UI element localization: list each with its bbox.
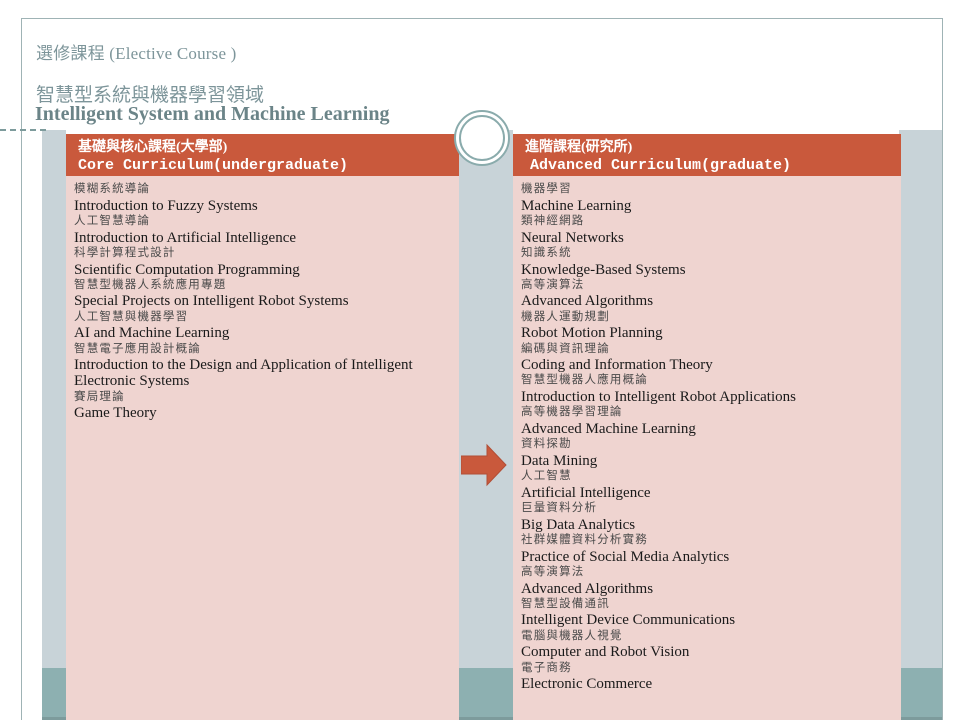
course-entry: 賽局理論 Game Theory <box>74 390 451 422</box>
course-name-en: Big Data Analytics <box>521 516 636 533</box>
course-list-advanced: 機器學習 Machine Learning 類神經網路 Neural Networks… <box>513 176 901 693</box>
course-name-en: Advanced Algorithms <box>521 293 654 310</box>
ring-inner <box>459 115 505 161</box>
course-name-en: Machine Learning <box>521 197 632 214</box>
course-name-en: Introduction to Intelligent Robot Applic… <box>521 389 796 406</box>
course-entry: 科學計算程式設計 Scientific Computation Programmi… <box>74 246 451 278</box>
page-title-en: Intelligent System and Machine Learning <box>35 103 390 125</box>
course-name-en: Computer and Robot Vision <box>521 644 690 661</box>
course-name-en: Game Theory <box>74 405 157 422</box>
course-name-en: Knowledge-Based Systems <box>521 261 686 278</box>
course-name-en: Advanced Machine Learning <box>521 421 696 438</box>
column-header-en: Advanced Curriculum(graduate) <box>530 157 792 174</box>
course-entry: 智慧型設備通訊 Intelligent Device Communications <box>521 597 893 629</box>
column-header-advanced: 進階課程(研究所) Advanced Curriculum(graduate) <box>513 134 901 176</box>
course-name-en: Electronic Commerce <box>521 676 653 693</box>
course-list-core: 模糊系統導論 Introduction to Fuzzy Systems 人工智慧導… <box>66 176 459 422</box>
course-entry: 人工智慧與機器學習 AI and Machine Learning <box>74 310 451 342</box>
course-entry: 知識系統 Knowledge-Based Systems <box>521 246 893 278</box>
course-name-en: Coding and Information Theory <box>521 357 713 374</box>
course-name-en: Introduction to Artificial Intelligence <box>74 229 297 246</box>
course-name-zh: 類神經網路 <box>521 214 585 227</box>
band-foot-left <box>42 668 66 720</box>
course-name-zh: 模糊系統導論 <box>74 183 151 195</box>
course-name-zh: 人工智慧導論 <box>74 214 151 227</box>
course-name-en: Neural Networks <box>521 229 624 246</box>
course-name-zh: 資料探勘 <box>521 438 572 451</box>
decorative-band-center <box>455 130 513 720</box>
course-name-zh: 電子商務 <box>521 661 572 674</box>
column-header-zh: 進階課程(研究所) <box>525 140 633 155</box>
course-name-zh: 高等演算法 <box>521 278 585 291</box>
course-name-zh: 科學計算程式設計 <box>74 246 176 259</box>
course-entry: 巨量資料分析 Big Data Analytics <box>521 501 893 533</box>
course-name-zh: 智慧型機器人應用概論 <box>521 374 648 387</box>
course-entry: 電腦與機器人視覺 Computer and Robot Vision <box>521 629 893 661</box>
course-name-zh: 智慧型設備通訊 <box>521 597 610 610</box>
column-header-en: Core Curriculum(undergraduate) <box>78 157 349 174</box>
course-entry: 智慧型機器人系統應用專題 Special Projects on Intellig… <box>74 278 451 310</box>
course-name-zh: 人工智慧 <box>521 470 572 483</box>
course-entry: 類神經網路 Neural Networks <box>521 214 893 246</box>
course-name-en: Introduction to the Design and Applicati… <box>74 357 413 390</box>
course-name-zh: 社群媒體資料分析實務 <box>521 533 648 546</box>
course-entry: 智慧型機器人應用概論 Introduction to Intelligent Ro… <box>521 373 893 405</box>
right-arrow-icon <box>460 443 507 487</box>
course-entry: 社群媒體資料分析實務 Practice of Social Media Analy… <box>521 533 893 565</box>
column-header-zh: 基礎與核心課程(大學部) <box>78 140 228 155</box>
course-name-zh: 電腦與機器人視覺 <box>521 629 623 642</box>
course-name-zh: 智慧電子應用設計概論 <box>74 342 201 355</box>
course-name-en: Practice of Social Media Analytics <box>521 548 730 565</box>
course-entry: 高等演算法 Advanced Algorithms <box>521 565 893 597</box>
course-name-en: Robot Motion Planning <box>521 325 663 342</box>
course-name-en: Special Projects on Intelligent Robot Sy… <box>74 293 349 310</box>
course-entry: 智慧電子應用設計概論 Introduction to the Design and… <box>74 342 451 390</box>
course-name-zh: 巨量資料分析 <box>521 502 598 515</box>
decorative-band-left <box>42 130 66 720</box>
course-name-zh: 賽局理論 <box>74 390 125 403</box>
course-name-en: Advanced Algorithms <box>521 580 654 597</box>
slide-canvas: 基礎與核心課程(大學部) Core Curriculum(undergradua… <box>0 0 960 720</box>
course-entry: 人工智慧導論 Introduction to Artificial Intelli… <box>74 214 451 246</box>
elective-course-label: 選修課程 (Elective Course ) <box>36 44 237 63</box>
course-name-zh: 機器學習 <box>521 183 572 195</box>
course-name-en: Introduction to Fuzzy Systems <box>74 197 258 214</box>
column-header-core: 基礎與核心課程(大學部) Core Curriculum(undergradua… <box>66 134 459 176</box>
course-entry: 資料探勘 Data Mining <box>521 437 893 469</box>
course-entry: 模糊系統導論 Introduction to Fuzzy Systems <box>74 182 451 214</box>
course-name-zh: 人工智慧與機器學習 <box>74 310 189 323</box>
course-entry: 機器人運動規劃 Robot Motion Planning <box>521 310 893 342</box>
course-name-zh: 智慧型機器人系統應用專題 <box>74 278 227 291</box>
header-divider-dash <box>0 129 46 131</box>
course-name-en: AI and Machine Learning <box>74 325 230 342</box>
course-name-zh: 知識系統 <box>521 246 572 259</box>
course-name-zh: 機器人運動規劃 <box>521 310 610 323</box>
course-entry: 電子商務 Electronic Commerce <box>521 661 893 693</box>
course-entry: 編碼與資訊理論 Coding and Information Theory <box>521 342 893 374</box>
course-name-en: Data Mining <box>521 452 598 469</box>
double-ring-circle-icon <box>454 110 514 170</box>
course-entry: 人工智慧 Artificial Intelligence <box>521 469 893 501</box>
course-name-en: Intelligent Device Communications <box>521 612 736 629</box>
column-advanced-curriculum: 進階課程(研究所) Advanced Curriculum(graduate) … <box>513 134 901 720</box>
band-foot-center <box>455 668 513 720</box>
course-entry: 機器學習 Machine Learning <box>521 182 893 214</box>
course-entry: 高等演算法 Advanced Algorithms <box>521 278 893 310</box>
band-foot-right <box>899 668 942 720</box>
course-entry: 高等機器學習理論 Advanced Machine Learning <box>521 405 893 437</box>
course-name-zh: 高等機器學習理論 <box>521 406 623 419</box>
course-name-en: Scientific Computation Programming <box>74 261 300 278</box>
column-core-curriculum: 基礎與核心課程(大學部) Core Curriculum(undergradua… <box>66 134 459 720</box>
course-name-en: Artificial Intelligence <box>521 484 651 501</box>
decorative-band-right <box>899 130 942 720</box>
course-name-zh: 高等演算法 <box>521 565 585 578</box>
course-name-zh: 編碼與資訊理論 <box>521 342 610 355</box>
